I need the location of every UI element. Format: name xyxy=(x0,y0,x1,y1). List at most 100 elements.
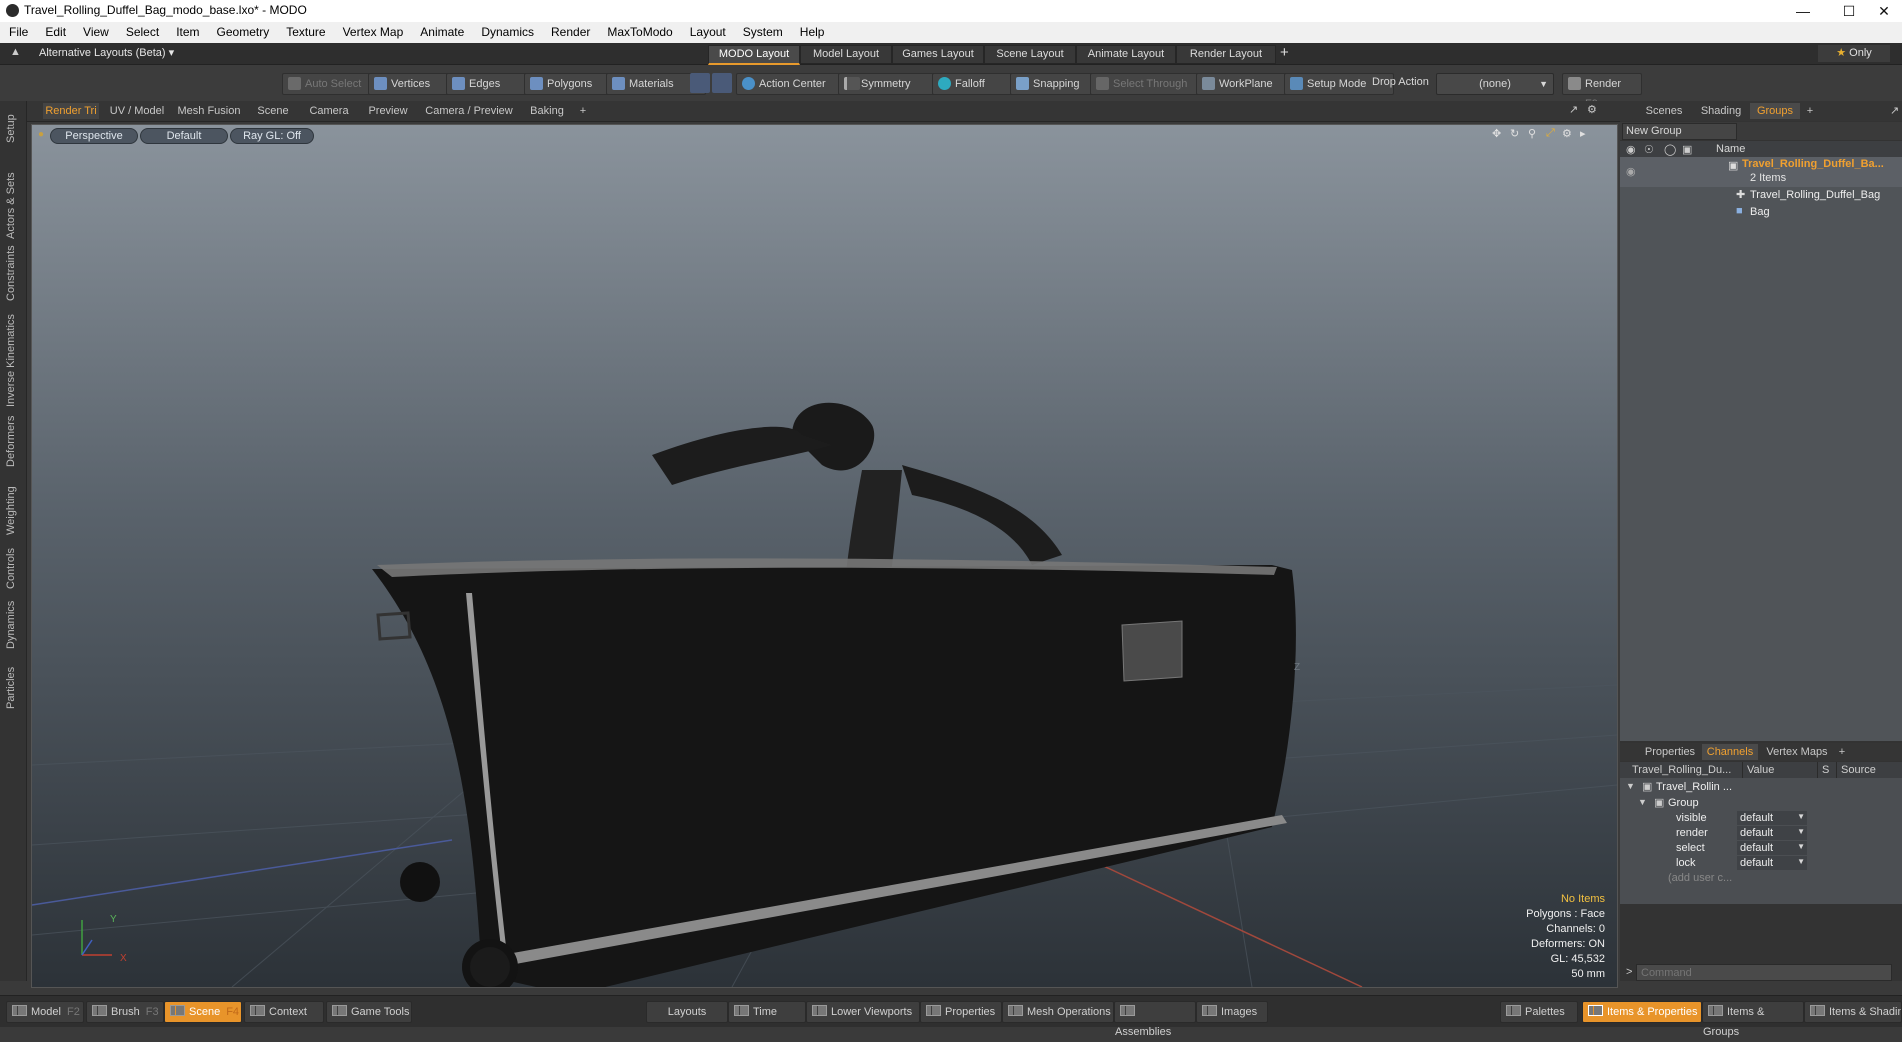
items-properties-button[interactable]: Items & Properties xyxy=(1582,1001,1702,1023)
viewport-gear-icon[interactable]: ⚙ xyxy=(1562,127,1572,140)
select-column-icon[interactable]: ◯ xyxy=(1664,143,1676,156)
expand-panel-icon[interactable]: ↗ xyxy=(1890,104,1899,117)
lower-viewports-button[interactable]: Lower Viewports xyxy=(806,1001,920,1023)
lock-column-icon[interactable]: ▣ xyxy=(1682,143,1692,156)
groups-list[interactable]: ◉ ☉ ◯ ▣ Name ◉ ▣ Travel_Rolling_Duffel_B… xyxy=(1620,141,1902,741)
tab-uv-model[interactable]: UV / Model xyxy=(107,103,167,119)
tab-channels[interactable]: Channels xyxy=(1702,744,1758,760)
channels-list[interactable]: Travel_Rolling_Du... Value S Source ▼ ▣ … xyxy=(1620,762,1902,904)
menu-animate[interactable]: Animate xyxy=(411,22,472,39)
menu-help[interactable]: Help xyxy=(791,22,833,39)
vtab-deformers[interactable]: Deformers xyxy=(5,411,21,467)
maximize-viewport-icon[interactable]: ↗ xyxy=(1569,103,1578,116)
tab-games-layout[interactable]: Games Layout xyxy=(892,45,984,64)
only-toggle[interactable]: ★ Only xyxy=(1818,45,1890,62)
menu-render[interactable]: Render xyxy=(542,22,598,39)
new-group-button[interactable]: New Group xyxy=(1622,123,1737,140)
expand-arrow-icon[interactable]: ▼ xyxy=(1638,797,1647,807)
images-button[interactable]: Images xyxy=(1196,1001,1268,1023)
channel-value-field[interactable]: default ▼ xyxy=(1737,826,1807,840)
layouts-button[interactable]: Layouts xyxy=(646,1001,728,1023)
tab-baking[interactable]: Baking xyxy=(525,103,569,119)
vtab-inverse-kinematics[interactable]: Inverse Kinematics xyxy=(5,311,21,407)
group-child-row[interactable]: ■ Bag xyxy=(1620,204,1902,221)
raygl-toggle[interactable]: Ray GL: Off xyxy=(230,128,314,144)
items-groups-button[interactable]: Items & Groups xyxy=(1702,1001,1804,1038)
context-button[interactable]: Context xyxy=(244,1001,324,1023)
viewport-canvas[interactable]: Z Y X xyxy=(32,125,1617,987)
projection-dropdown[interactable]: Perspective xyxy=(50,128,138,144)
time-button[interactable]: Time xyxy=(728,1001,806,1023)
viewport-settings-gear-icon[interactable]: ⚙ xyxy=(1587,103,1597,116)
component-mode-icon[interactable] xyxy=(690,73,710,93)
tab-mesh-fusion[interactable]: Mesh Fusion xyxy=(175,103,243,119)
brush-button[interactable]: Brush F3 xyxy=(86,1001,164,1023)
vtab-dynamics[interactable]: Dynamics xyxy=(5,599,21,649)
pan-icon[interactable]: ✥ xyxy=(1492,127,1501,140)
item-mode-icon[interactable] xyxy=(712,73,732,93)
add-layout-button[interactable]: + xyxy=(1280,44,1289,61)
zoom-icon[interactable]: ⚲ xyxy=(1528,127,1536,140)
close-icon[interactable]: ✕ xyxy=(1866,0,1902,22)
render-column-icon[interactable]: ☉ xyxy=(1644,143,1654,156)
channel-row[interactable]: lock default ▼ xyxy=(1620,856,1902,871)
fit-icon[interactable]: ⤢ xyxy=(1546,127,1555,140)
model-button[interactable]: Model F2 xyxy=(6,1001,84,1023)
add-panel-tab-button[interactable]: + xyxy=(1802,103,1818,119)
scene-button[interactable]: Scene F4 xyxy=(164,1001,242,1023)
tab-shading[interactable]: Shading xyxy=(1694,103,1748,119)
tab-scene[interactable]: Scene xyxy=(251,103,295,119)
tab-model-layout[interactable]: Model Layout xyxy=(800,45,892,64)
items-shading-button[interactable]: Items & Shading xyxy=(1804,1001,1902,1023)
layout-preset-dropdown[interactable]: Alternative Layouts (Beta) ▾ xyxy=(39,46,174,59)
menu-item[interactable]: Item xyxy=(167,22,207,39)
tab-properties[interactable]: Properties xyxy=(1640,744,1700,760)
tab-scene-layout[interactable]: Scene Layout xyxy=(984,45,1076,64)
add-tab-button[interactable]: + xyxy=(575,103,591,119)
group-row[interactable]: ◉ ▣ Travel_Rolling_Duffel_Ba... 2 Items xyxy=(1620,157,1902,187)
group-child-row[interactable]: ✚ Travel_Rolling_Duffel_Bag xyxy=(1620,187,1902,204)
tab-vertex-maps[interactable]: Vertex Maps xyxy=(1762,744,1832,760)
vtab-controls[interactable]: Controls xyxy=(5,543,21,589)
menu-texture[interactable]: Texture xyxy=(277,22,333,39)
command-input[interactable] xyxy=(1636,964,1892,981)
tab-render-tri[interactable]: Render Tri xyxy=(43,103,99,119)
rotate-icon[interactable]: ↻ xyxy=(1510,127,1519,140)
channel-value-field[interactable]: default ▼ xyxy=(1737,856,1807,870)
channel-value-field[interactable]: default ▼ xyxy=(1737,841,1807,855)
game-tools-button[interactable]: Game Tools xyxy=(326,1001,412,1023)
mesh-operations-button[interactable]: Mesh Operations xyxy=(1002,1001,1114,1023)
minimize-icon[interactable]: — xyxy=(1780,0,1826,22)
menu-dynamics[interactable]: Dynamics xyxy=(472,22,542,39)
drop-action-select[interactable]: (none) ▼ xyxy=(1436,73,1554,95)
add-channels-tab-button[interactable]: + xyxy=(1834,744,1850,760)
menu-edit[interactable]: Edit xyxy=(36,22,74,39)
tab-render-layout[interactable]: Render Layout xyxy=(1176,45,1276,64)
channel-row[interactable]: select default ▼ xyxy=(1620,841,1902,856)
shading-dropdown[interactable]: Default xyxy=(140,128,228,144)
menu-maxtomodo[interactable]: MaxToModo xyxy=(598,22,680,39)
properties-button[interactable]: Properties xyxy=(920,1001,1002,1023)
menu-vertex-map[interactable]: Vertex Map xyxy=(334,22,412,39)
add-user-channel[interactable]: (add user c... xyxy=(1668,872,1732,884)
assemblies-button[interactable]: Assemblies xyxy=(1114,1001,1196,1038)
viewport-menu-icon[interactable]: ▸ xyxy=(1580,127,1586,140)
palettes-button[interactable]: Palettes xyxy=(1500,1001,1578,1023)
tab-modo-layout[interactable]: MODO Layout xyxy=(708,45,800,65)
vtab-constraints[interactable]: Constraints xyxy=(5,241,21,301)
menu-file[interactable]: File xyxy=(0,22,36,39)
group-visibility-icon[interactable]: ◉ xyxy=(1626,165,1636,178)
tab-camera-preview[interactable]: Camera / Preview xyxy=(421,103,517,119)
menu-select[interactable]: Select xyxy=(117,22,167,39)
vtab-setup[interactable]: Setup xyxy=(5,107,21,143)
viewport-options-icon[interactable]: ● xyxy=(38,129,44,140)
menu-view[interactable]: View xyxy=(74,22,117,39)
vtab-actors-sets[interactable]: Actors & Sets xyxy=(5,159,21,239)
tab-animate-layout[interactable]: Animate Layout xyxy=(1076,45,1176,64)
tab-preview[interactable]: Preview xyxy=(363,103,413,119)
menu-geometry[interactable]: Geometry xyxy=(208,22,278,39)
menu-system[interactable]: System xyxy=(734,22,791,39)
vtab-weighting[interactable]: Weighting xyxy=(5,475,21,535)
expand-arrow-icon[interactable]: ▼ xyxy=(1626,781,1635,791)
channel-row[interactable]: visible default ▼ xyxy=(1620,811,1902,826)
